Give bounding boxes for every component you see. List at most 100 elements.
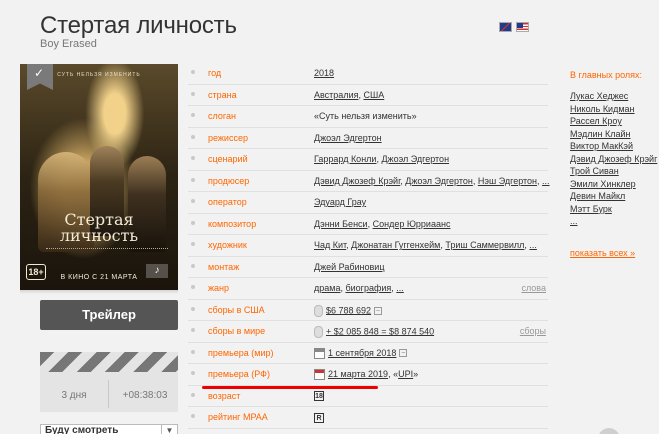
cast-link[interactable]: Мэдлин Клайн xyxy=(570,128,659,141)
cast-link[interactable]: Дэвид Джозеф Крэйг xyxy=(570,153,659,166)
cast-link[interactable]: Трой Сиван xyxy=(570,165,659,178)
info-link[interactable]: Триш Саммервилл xyxy=(445,240,524,250)
row-side-link[interactable]: слова xyxy=(521,283,546,293)
page-title: Стертая личность xyxy=(40,12,237,39)
bullet-icon xyxy=(191,177,195,182)
distributor-close: » xyxy=(413,369,419,379)
info-value: 2018 xyxy=(314,68,334,78)
calendar-icon xyxy=(314,347,325,359)
coins-icon xyxy=(314,326,323,338)
cast-link[interactable]: Виктор МакКэй xyxy=(570,140,659,153)
info-link[interactable]: Джей Рабиновиц xyxy=(314,262,384,272)
info-link[interactable]: Джоэл Эдгертон xyxy=(405,176,473,186)
info-text[interactable]: 1 сентября 2018 xyxy=(328,348,396,358)
bullet-icon xyxy=(191,134,195,139)
info-link[interactable]: биография xyxy=(345,283,391,293)
info-value: Джей Рабиновиц xyxy=(314,262,384,272)
info-row: режиссер Джоэл Эдгертон xyxy=(188,128,548,149)
info-row: жанр драма, биография, ... слова xyxy=(188,278,548,300)
info-link[interactable]: Дэнни Бенси xyxy=(314,219,368,229)
distributor-link[interactable]: UPI xyxy=(398,369,413,379)
film-info-table: год 2018 страна Австралия, США слоган «Суть н… xyxy=(188,63,550,429)
info-label: режиссер xyxy=(208,132,248,143)
info-value: Дэвид Джозеф Крэйг, Джоэл Эдгертон, Нэш … xyxy=(314,176,550,186)
info-link[interactable]: Австралия xyxy=(314,90,358,100)
bullet-icon xyxy=(191,242,195,246)
cast-link[interactable]: Мэтт Бурк xyxy=(570,203,659,216)
cast-link[interactable]: Эмили Хинклер xyxy=(570,178,659,191)
countdown-days: 3 дня xyxy=(61,390,87,401)
info-row: страна Австралия, США xyxy=(188,85,548,106)
info-label: возраст xyxy=(208,390,241,401)
info-link[interactable]: Сондер Юрриаанс xyxy=(373,219,451,229)
info-label: сборы в мире xyxy=(208,326,266,336)
info-label: премьера (РФ) xyxy=(208,369,271,379)
rating-badge: R xyxy=(314,412,324,423)
expand-icon[interactable]: – xyxy=(374,306,383,315)
info-row: рейтинг MPAA R xyxy=(188,407,548,429)
bullet-icon xyxy=(191,70,195,74)
bullet-icon xyxy=(191,156,195,160)
rating-badge: 18 xyxy=(314,391,324,402)
info-text[interactable]: + $2 085 848 = $8 874 540 xyxy=(326,326,434,336)
info-link[interactable]: 2018 xyxy=(314,68,334,78)
poster-shadow xyxy=(20,290,178,294)
poster-title-line: личность xyxy=(59,226,139,245)
cast-link[interactable]: Рассел Кроу xyxy=(570,115,659,128)
expand-icon[interactable]: – xyxy=(399,349,408,358)
info-text[interactable]: $6 788 692 xyxy=(326,305,371,315)
info-row: премьера (мир) 1 сентября 2018– xyxy=(188,343,548,364)
info-link[interactable]: Джонатан Гуггенхейм xyxy=(351,240,440,250)
show-all-cast-link[interactable]: показать всех » xyxy=(570,248,635,258)
info-link[interactable]: Гаррард Конли xyxy=(314,154,376,164)
info-value: $6 788 692– xyxy=(314,304,385,317)
info-link[interactable]: ... xyxy=(542,176,550,186)
trailer-button[interactable]: Трейлер xyxy=(40,300,178,330)
info-link[interactable]: Чад Кит xyxy=(314,240,346,250)
bullet-icon xyxy=(191,306,195,311)
highlight-underline xyxy=(202,386,378,389)
info-text[interactable]: 21 марта 2019 xyxy=(328,369,388,379)
info-label: монтаж xyxy=(208,261,240,272)
info-link[interactable]: Эдуард Грау xyxy=(314,197,366,207)
cast-link[interactable]: Девин Майкл xyxy=(570,190,659,203)
cast-link[interactable]: ... xyxy=(570,215,659,228)
info-label: слоган xyxy=(208,111,236,121)
cast-link[interactable]: Лукас Хеджес xyxy=(570,90,659,103)
info-link[interactable]: ... xyxy=(529,240,537,250)
bullet-icon xyxy=(191,220,195,225)
bullet-icon xyxy=(191,199,195,203)
info-link[interactable]: драма xyxy=(314,283,340,293)
info-link[interactable]: Джоэл Эдгертон xyxy=(381,154,449,164)
info-link[interactable]: США xyxy=(363,90,384,100)
divider xyxy=(108,380,109,408)
info-label: жанр xyxy=(208,283,230,293)
info-value: Чад Кит, Джонатан Гуггенхейм, Триш Самме… xyxy=(314,240,537,250)
info-row: монтаж Джей Рабиновиц xyxy=(188,257,548,278)
info-value: Австралия, США xyxy=(314,90,384,100)
info-row: продюсер Дэвид Джозеф Крэйг, Джоэл Эдгерт… xyxy=(188,171,550,192)
info-link[interactable]: ... xyxy=(396,283,404,293)
info-link[interactable]: Нэш Эдгертон xyxy=(478,176,537,186)
row-side-link[interactable]: сборы xyxy=(520,326,546,336)
cast-link[interactable]: Николь Кидман xyxy=(570,103,659,116)
info-link[interactable]: Дэвид Джозеф Крэйг xyxy=(314,176,400,186)
info-row: оператор Эдуард Грау xyxy=(188,192,548,214)
chevron-down-icon[interactable]: ▼ xyxy=(161,424,177,434)
info-value: «Суть нельзя изменить» xyxy=(314,111,417,121)
info-link[interactable]: Джоэл Эдгертон xyxy=(314,133,382,143)
info-label: премьера (мир) xyxy=(208,347,274,358)
will-watch-select[interactable]: Буду смотреть ▼ xyxy=(40,424,178,434)
poster[interactable]: СУТЬ НЕЛЬЗЯ ИЗМЕНИТЬ Стертая личность 18… xyxy=(20,64,178,290)
countdown-time: +08:38:03 xyxy=(122,390,168,401)
scroll-indicator[interactable] xyxy=(598,428,620,434)
original-title: Boy Erased xyxy=(40,38,97,50)
poster-title: Стертая личность xyxy=(20,212,178,244)
page: Стертая личность Boy Erased СУТЬ НЕЛЬЗЯ … xyxy=(0,0,659,434)
cast-title: В главных ролях: xyxy=(570,70,643,80)
australia-flag-icon xyxy=(499,22,512,32)
info-label: оператор xyxy=(208,197,247,207)
bullet-icon xyxy=(191,263,195,268)
cast-items: Лукас Хеджес Николь Кидман Рассел Кроу Мэдл… xyxy=(570,90,659,228)
music-icon[interactable]: ♪ xyxy=(146,264,168,278)
